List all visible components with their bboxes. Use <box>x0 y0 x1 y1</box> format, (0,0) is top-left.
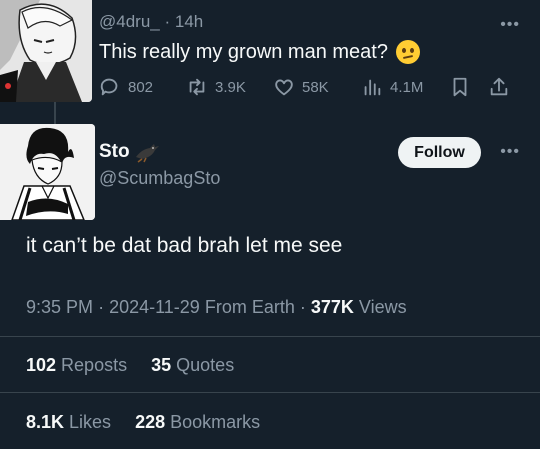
repost-quote-stats: 102 Reposts 35 Quotes <box>26 355 234 376</box>
more-icon[interactable]: ••• <box>500 16 520 34</box>
author-handle[interactable]: @ScumbagSto <box>99 168 220 189</box>
anime-avatar-image <box>0 0 92 102</box>
likes-count: 8.1K <box>26 412 65 432</box>
divider <box>0 392 540 393</box>
like-button[interactable]: 58K <box>273 76 329 98</box>
bookmarks-count: 228 <box>135 412 166 432</box>
tweet-date[interactable]: 2024-11-29 <box>109 297 200 317</box>
reply-icon <box>100 78 118 96</box>
bookmarks-label: Bookmarks <box>170 412 261 432</box>
views-count: 4.1M <box>390 78 424 96</box>
parent-meta: @4dru_ · 14h <box>99 12 203 32</box>
meta-separator: · <box>299 297 311 317</box>
reposts-stat[interactable]: 102 Reposts <box>26 355 127 375</box>
parent-action-bar: 802 3.9K 58K 4.1M <box>99 76 519 102</box>
reposts-count: 102 <box>26 355 57 375</box>
author-name[interactable]: Sto <box>99 141 130 163</box>
author-name-row[interactable]: Sto <box>99 141 160 163</box>
repost-button[interactable]: 3.9K <box>186 76 246 98</box>
quotes-stat[interactable]: 35 Quotes <box>151 355 234 375</box>
likes-label: Likes <box>69 412 112 432</box>
quotes-count: 35 <box>151 355 172 375</box>
tweet-time[interactable]: 9:35 PM <box>26 297 93 317</box>
parent-avatar[interactable] <box>0 0 92 102</box>
bookmark-button[interactable] <box>449 76 471 98</box>
manga-avatar-image <box>0 124 95 220</box>
reply-count: 802 <box>128 78 154 96</box>
like-bookmark-stats: 8.1K Likes 228 Bookmarks <box>26 412 260 433</box>
bookmark-icon <box>453 77 467 97</box>
follow-button[interactable]: Follow <box>398 137 481 168</box>
thread-connector-line <box>54 102 56 124</box>
views-count: 377K <box>310 297 354 317</box>
more-icon[interactable]: ••• <box>500 143 520 161</box>
heart-icon <box>275 79 293 96</box>
reposts-label: Reposts <box>61 355 128 375</box>
repost-icon <box>189 78 205 96</box>
repost-count: 3.9K <box>215 78 246 96</box>
parent-handle[interactable]: @4dru_ <box>99 12 160 31</box>
reply-button[interactable]: 802 <box>99 76 153 98</box>
meta-separator: · <box>98 297 110 317</box>
share-button[interactable] <box>488 76 510 98</box>
tweet-meta: 9:35 PM · 2024-11-29 From Earth · 377K V… <box>26 297 407 318</box>
divider <box>0 336 540 337</box>
parent-tweet-text: This really my grown man meat? <box>99 40 420 64</box>
views-button[interactable]: 4.1M <box>361 76 423 98</box>
views-chart-icon <box>364 79 381 96</box>
share-icon <box>490 77 508 96</box>
author-avatar[interactable] <box>0 124 95 220</box>
likes-stat[interactable]: 8.1K Likes <box>26 412 111 432</box>
tweet-text: it can’t be dat bad brah let me see <box>26 234 343 257</box>
quotes-label: Quotes <box>176 355 235 375</box>
bookmarks-stat[interactable]: 228 Bookmarks <box>135 412 260 432</box>
crow-emoji-icon <box>135 144 159 163</box>
tweet-location: From Earth <box>204 297 295 317</box>
parent-time[interactable]: 14h <box>175 12 203 31</box>
like-count: 58K <box>302 78 329 96</box>
parent-text-content: This really my grown man meat? <box>99 40 388 63</box>
confused-face-emoji-icon <box>395 40 420 64</box>
views-label: Views <box>358 297 407 317</box>
parent-separator: · <box>164 12 171 31</box>
